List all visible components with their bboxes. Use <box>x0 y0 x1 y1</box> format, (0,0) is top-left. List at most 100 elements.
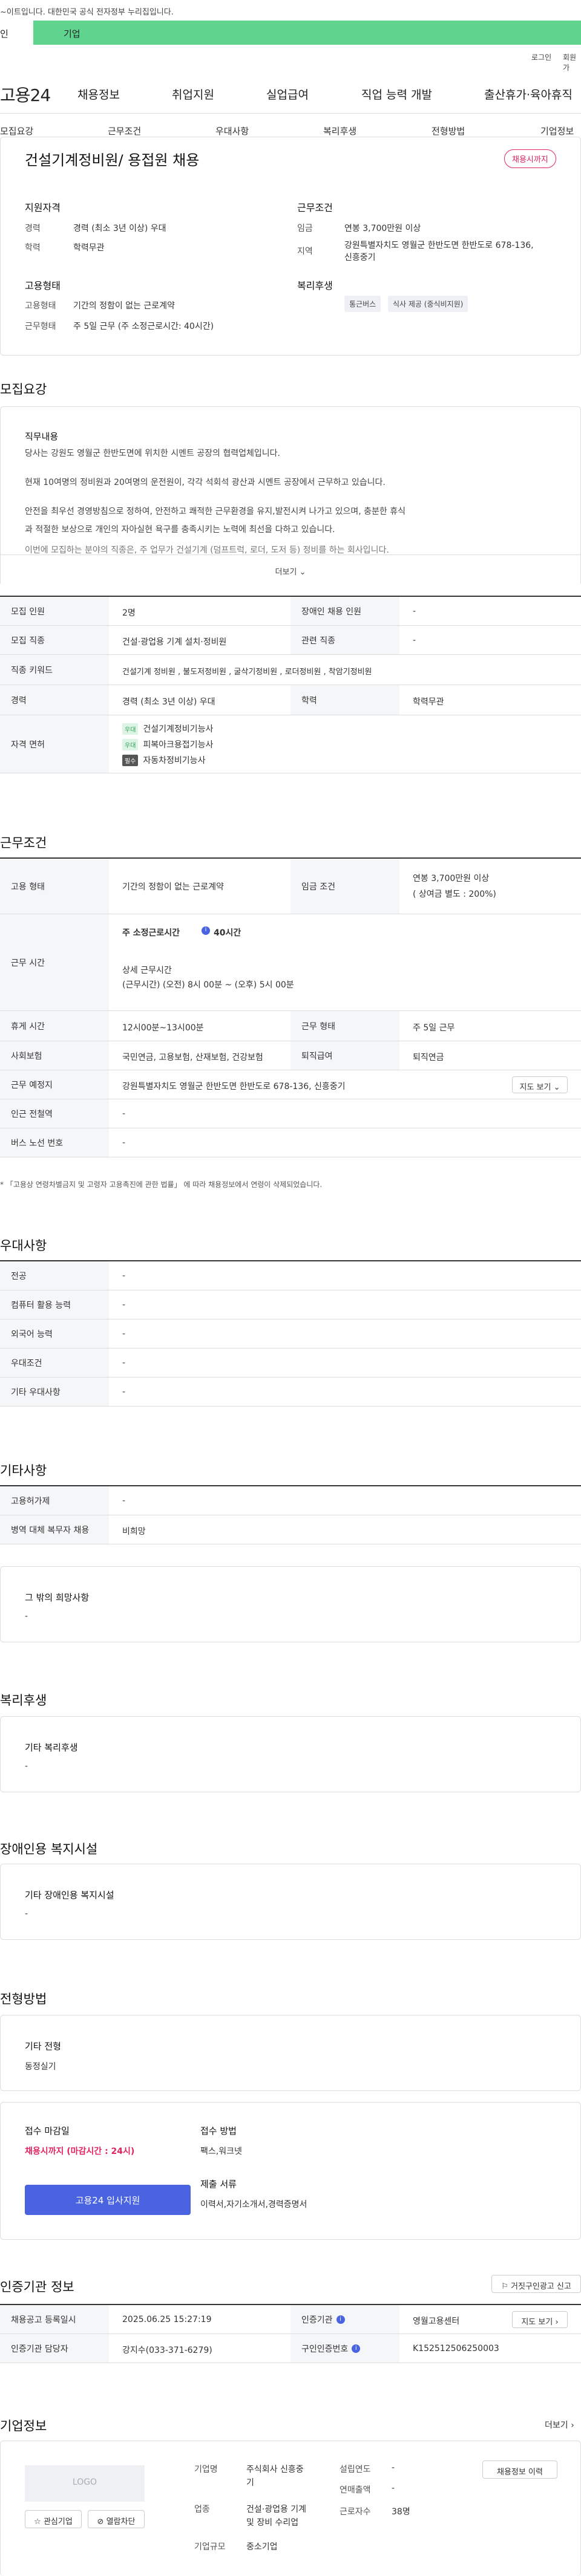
detail-hours-value: (근무시간) (오전) 8시 00분 ~ (오후) 5시 00분 <box>122 980 294 990</box>
license-item: 필수 자동차정비기능사 <box>122 754 205 766</box>
gnb-item-employment-support[interactable]: 취업지원 <box>172 86 214 102</box>
deadline-label: 접수 마감일 <box>25 2126 70 2136</box>
work-type-label: 근무형태 <box>25 322 56 331</box>
welfare-box-value: - <box>25 1761 28 1771</box>
row-label: 퇴직급여 <box>290 1041 399 1070</box>
row-label: 휴게 시간 <box>0 1011 109 1041</box>
size-value: 중소기업 <box>246 2542 278 2552</box>
row-value: - <box>122 1271 126 1281</box>
row-value: 기간의 정함이 없는 근로계약 <box>122 882 224 892</box>
row-label: 모집 인원 <box>0 597 109 625</box>
tab-personal[interactable]: 인 <box>0 21 33 45</box>
info-icon[interactable]: i <box>336 2315 345 2324</box>
table-row: 경력 경력 (최소 3년 이상) 우대 학력 학력무관 <box>0 685 581 715</box>
recruit-heading: 모집요강 <box>0 382 47 397</box>
map-button-label: 지도 보기 <box>521 2318 553 2327</box>
selection-box-title: 기타 전형 <box>25 2041 61 2052</box>
table-row: 직종 키워드 건설기계 정비원 , 불도저정비원 , 굴삭기정비원 , 로더정비… <box>0 655 581 685</box>
block-label: 열람차단 <box>106 2517 136 2526</box>
founded-value: - <box>392 2463 395 2473</box>
license-tag: 우대 <box>122 739 139 750</box>
chevron-right-icon: › <box>571 2421 574 2430</box>
company-more-link[interactable]: 더보기 › <box>545 2419 574 2431</box>
row-value: - <box>122 1138 126 1148</box>
row-value: 영월고용센터 <box>413 2317 460 2326</box>
apply-button[interactable]: 고용24 입사지원 <box>25 2185 191 2215</box>
gnb-item-jobs[interactable]: 채용정보 <box>77 86 120 102</box>
row-value: 건설기계 정비원 , 불도저정비원 , 굴삭기정비원 , 로더정비원 , 착암기… <box>122 668 372 677</box>
row-label: 직종 키워드 <box>0 655 109 685</box>
row-label: 버스 노선 번호 <box>0 1128 109 1157</box>
row-value: - <box>122 1109 126 1119</box>
duty-heading: 직무내용 <box>25 431 59 442</box>
global-nav: 고용24 채용정보 취업지원 실업급여 직업 능력 개발 출산휴가·육아휴직 <box>0 73 581 114</box>
row-label: 근무 시간 <box>0 914 109 1010</box>
agency-map-button[interactable]: 지도 보기 › <box>512 2311 568 2328</box>
etc-box-title: 그 밖의 희망사항 <box>25 1592 90 1603</box>
staff-value: 38명 <box>392 2507 410 2517</box>
table-row: 인증기관 담당자 강지수(033-371-6279) 구인인증번호 i K1525… <box>0 2334 581 2363</box>
duty-line: 과 적절한 보상으로 개인의 자아실현 욕구를 충족시키는 노력에 최선을 다하… <box>25 525 335 535</box>
selection-box-value: 동정실기 <box>25 2062 56 2072</box>
row-value: 2025.06.25 15:27:19 <box>122 2315 212 2324</box>
license-name: 건설기계정비기능사 <box>143 724 214 734</box>
row-label: 외국어 능력 <box>0 1319 109 1348</box>
row-value: 학력무관 <box>413 697 444 707</box>
edu-value: 학력무관 <box>73 243 105 253</box>
work-table: 고용 형태 기간의 정함이 없는 근로계약 임금 조건 연봉 3,700만원 이… <box>0 857 581 1157</box>
table-row: 사회보험 국민연금, 고용보험, 산재보험, 건강보험 퇴직급여 퇴직연금 <box>0 1041 581 1070</box>
preference-heading: 우대사항 <box>0 1238 47 1253</box>
weekly-hours-value: 40시간 <box>214 928 241 938</box>
work-heading: 근무조건 <box>0 836 47 850</box>
row-value: 강지수(033-371-6279) <box>122 2346 212 2355</box>
gnb-item-parental-leave[interactable]: 출산휴가·육아휴직 <box>484 86 573 102</box>
duty-line: 현재 10여명의 정비원과 20여명의 운전원이, 각각 석회석 광산과 시멘트… <box>25 478 386 487</box>
company-card: LOGO ☆ 관심기업 ⊘ 열람차단 기업명 주식회사 신흥중 기 업종 건설·… <box>0 2441 581 2576</box>
row-label: 고용허가제 <box>0 1486 109 1515</box>
favorite-company-button[interactable]: ☆ 관심기업 <box>25 2510 82 2528</box>
more-button[interactable]: 더보기 ⌄ <box>1 555 580 586</box>
disabled-heading: 장애인용 복지시설 <box>0 1842 98 1856</box>
signup-link[interactable]: 회원가 <box>563 52 581 73</box>
site-logo[interactable]: 고용24 <box>0 82 51 106</box>
duty-line: 안전을 최우선 경영방침으로 정하여, 안전하고 쾌적한 근무환경을 유지,발전… <box>25 507 406 516</box>
size-label: 기업규모 <box>194 2542 226 2552</box>
section-tab-recruit[interactable]: 모집요강 <box>0 125 33 137</box>
company-name-value-2: 기 <box>246 2478 254 2488</box>
section-tab-company[interactable]: 기업정보 <box>540 125 574 137</box>
row-label: 관련 직종 <box>290 626 399 654</box>
job-title: 건설기계정비원/ 용접원 채용 <box>25 152 200 169</box>
map-button-label: 지도 보기 <box>519 1083 551 1092</box>
info-icon[interactable]: i <box>352 2344 361 2353</box>
row-value: 퇴직연금 <box>413 1053 444 1062</box>
disabled-box: 기타 장애인용 복지시설 - <box>0 1864 581 1940</box>
welfare-chip: 식사 제공 (중식비지원) <box>388 296 468 312</box>
company-more-label: 더보기 <box>545 2421 568 2430</box>
row-label: 구인인증번호 i <box>290 2334 399 2363</box>
company-logo: LOGO <box>25 2465 145 2502</box>
welfare-section-heading: 복리후생 <box>0 1693 47 1708</box>
table-row: 채용공고 등록일시 2025.06.25 15:27:19 인증기관 i 영월고용… <box>0 2305 581 2334</box>
row-value: 강원특별자치도 영월군 한반도면 한반도로 678-136, 신흥중기 <box>122 1082 346 1091</box>
info-icon[interactable]: i <box>202 926 210 935</box>
conditions-heading: 근무조건 <box>297 202 333 213</box>
report-button[interactable]: ⚐ 거짓구인광고 신고 <box>491 2275 581 2293</box>
gnb-item-unemployment-benefit[interactable]: 실업급여 <box>266 86 309 102</box>
duty-line: 당사는 강원도 영월군 한반도면에 위치한 시멘트 공장의 협력업체입니다. <box>25 449 280 458</box>
staff-label: 근로자수 <box>340 2507 371 2517</box>
section-tab-work[interactable]: 근무조건 <box>108 125 141 137</box>
section-tab-selection[interactable]: 전형방법 <box>432 125 465 137</box>
row-label: 학력 <box>290 685 399 715</box>
row-label: 기타 우대사항 <box>0 1377 109 1406</box>
section-tab-preference[interactable]: 우대사항 <box>215 125 249 137</box>
map-button[interactable]: 지도 보기 ⌄ <box>512 1076 568 1093</box>
gnb-item-vocational-training[interactable]: 직업 능력 개발 <box>361 86 432 102</box>
row-label: 우대조건 <box>0 1348 109 1377</box>
industry-value-1: 건설·광업용 기계 <box>246 2505 307 2514</box>
tab-company[interactable]: 기업 <box>64 27 80 40</box>
agency-heading: 인증기관 정보 <box>0 2280 74 2294</box>
block-company-button[interactable]: ⊘ 열람차단 <box>88 2510 145 2528</box>
history-button[interactable]: 채용정보 이력 <box>482 2461 557 2479</box>
login-link[interactable]: 로그인 <box>531 52 551 62</box>
section-tab-welfare[interactable]: 복리후생 <box>323 125 356 137</box>
